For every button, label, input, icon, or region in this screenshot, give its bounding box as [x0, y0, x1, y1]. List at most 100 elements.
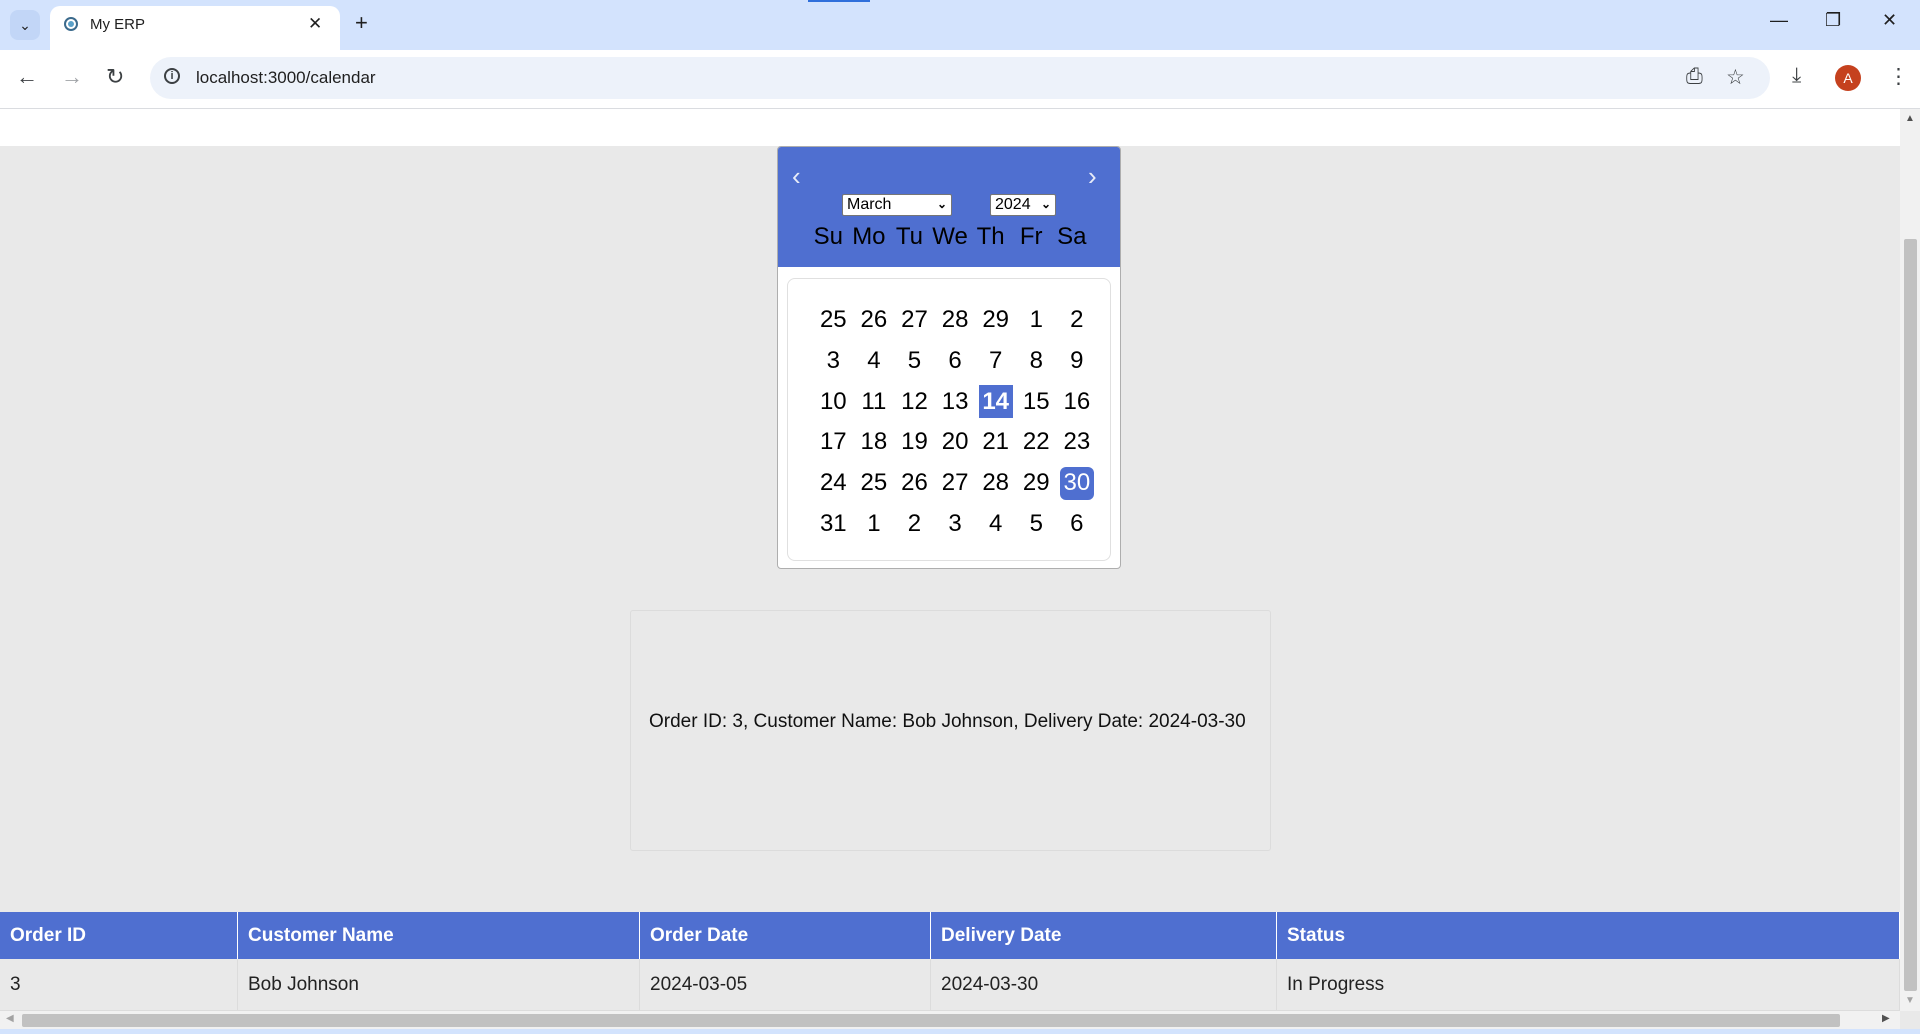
calendar-day[interactable]: 12: [894, 381, 935, 422]
column-header[interactable]: Status: [1276, 912, 1900, 959]
table-row[interactable]: 3 Bob Johnson 2024-03-05 2024-03-30 In Progr…: [0, 959, 1900, 1011]
calendar-day-number: 21: [982, 428, 1010, 456]
window-close-icon[interactable]: ✕: [1882, 10, 1897, 31]
minimize-icon[interactable]: —: [1770, 10, 1788, 31]
calendar-day[interactable]: 2: [894, 503, 935, 544]
previous-month-icon[interactable]: ‹: [792, 161, 801, 192]
bookmark-star-icon[interactable]: ☆: [1726, 65, 1745, 90]
menu-kebab-icon[interactable]: ⋮: [1888, 64, 1909, 89]
calendar-day[interactable]: 1: [854, 503, 895, 544]
calendar-day[interactable]: 10: [813, 381, 854, 422]
calendar-day[interactable]: 13: [935, 381, 976, 422]
calendar-day-number: 2: [907, 509, 922, 537]
back-arrow-icon[interactable]: ←: [16, 64, 38, 90]
calendar-day[interactable]: 31: [813, 503, 854, 544]
download-icon[interactable]: ⤓: [1792, 64, 1801, 88]
calendar-day[interactable]: 15: [1016, 381, 1057, 422]
column-header[interactable]: Order ID: [0, 912, 238, 959]
close-tab-icon[interactable]: ✕: [308, 14, 322, 34]
site-info-icon[interactable]: i: [164, 68, 180, 84]
tab-title: My ERP: [90, 16, 146, 33]
calendar-day[interactable]: 6: [1057, 503, 1098, 544]
calendar-day[interactable]: 14: [975, 381, 1016, 422]
scroll-left-icon[interactable]: ◀: [6, 1013, 14, 1024]
calendar-day[interactable]: 19: [894, 422, 935, 463]
calendar-header: ‹ › March ⌄ 2024 ⌄ Su Mo Tu We Th Fr Sa: [778, 147, 1120, 267]
orders-table: Order ID Customer Name Order Date Delivery …: [0, 912, 1900, 1011]
next-month-icon[interactable]: ›: [1088, 161, 1097, 192]
scroll-up-icon[interactable]: ▲: [1905, 113, 1915, 124]
window-bottom-edge: [0, 1029, 1920, 1034]
calendar-day-number: 16: [1063, 387, 1091, 415]
calendar-day[interactable]: 28: [975, 463, 1016, 504]
url-text[interactable]: localhost:3000/calendar: [196, 68, 376, 88]
calendar-day[interactable]: 3: [935, 503, 976, 544]
calendar-day-number: 22: [1022, 428, 1050, 456]
site-favicon-icon: [64, 17, 78, 31]
new-tab-button[interactable]: +: [355, 10, 368, 36]
calendar-day[interactable]: 27: [894, 300, 935, 341]
column-header[interactable]: Delivery Date: [930, 912, 1277, 959]
calendar-day[interactable]: 24: [813, 463, 854, 504]
calendar-day-number: 30: [1059, 466, 1094, 500]
browser-tab[interactable]: My ERP ✕: [50, 6, 340, 50]
month-select[interactable]: March ⌄: [842, 194, 952, 216]
calendar-day[interactable]: 6: [935, 341, 976, 382]
weekday-label: Th: [976, 223, 1005, 250]
order-details-text: Order ID: 3, Customer Name: Bob Johnson,…: [649, 711, 1246, 732]
calendar-day[interactable]: 5: [894, 341, 935, 382]
profile-avatar[interactable]: A: [1835, 65, 1861, 91]
calendar-day[interactable]: 25: [813, 300, 854, 341]
calendar-day-number: 28: [982, 469, 1010, 497]
vertical-scrollbar[interactable]: ▲ ▼: [1900, 109, 1920, 1011]
calendar-day[interactable]: 2: [1057, 300, 1098, 341]
calendar-day[interactable]: 26: [854, 300, 895, 341]
calendar-day[interactable]: 25: [854, 463, 895, 504]
calendar-day[interactable]: 29: [975, 300, 1016, 341]
weekday-label: Tu: [895, 223, 923, 250]
year-select[interactable]: 2024 ⌄: [990, 194, 1056, 216]
install-app-icon[interactable]: ⎙: [1686, 65, 1703, 89]
scroll-right-icon[interactable]: ▶: [1882, 1013, 1890, 1024]
calendar-day[interactable]: 8: [1016, 341, 1057, 382]
forward-arrow-icon[interactable]: →: [61, 64, 83, 90]
calendar-day[interactable]: 16: [1057, 381, 1098, 422]
calendar-day[interactable]: 23: [1057, 422, 1098, 463]
calendar-day[interactable]: 3: [813, 341, 854, 382]
calendar-day[interactable]: 4: [975, 503, 1016, 544]
vertical-scroll-thumb[interactable]: [1904, 239, 1917, 991]
calendar-day[interactable]: 7: [975, 341, 1016, 382]
calendar-day-number: 10: [819, 387, 847, 415]
calendar-day[interactable]: 29: [1016, 463, 1057, 504]
tab-search-button[interactable]: ⌄: [10, 10, 40, 40]
calendar-day[interactable]: 4: [854, 341, 895, 382]
calendar-day[interactable]: 9: [1057, 341, 1098, 382]
calendar-day[interactable]: 27: [935, 463, 976, 504]
column-header[interactable]: Customer Name: [237, 912, 640, 959]
calendar-day-number: 23: [1063, 428, 1091, 456]
restore-icon[interactable]: ❐: [1825, 10, 1841, 31]
calendar-day-number: 12: [901, 387, 928, 415]
calendar-day-number: 29: [982, 306, 1010, 334]
calendar-day[interactable]: 30: [1057, 463, 1098, 504]
calendar-day-number: 5: [907, 347, 922, 375]
calendar-day[interactable]: 20: [935, 422, 976, 463]
calendar-day[interactable]: 5: [1016, 503, 1057, 544]
calendar-day[interactable]: 26: [894, 463, 935, 504]
table-cell: Bob Johnson: [237, 959, 640, 1011]
calendar-day[interactable]: 28: [935, 300, 976, 341]
calendar-day-number: 3: [826, 347, 840, 375]
address-bar[interactable]: i localhost:3000/calendar ⎙ ☆: [150, 57, 1770, 99]
date-picker: ‹ › March ⌄ 2024 ⌄ Su Mo Tu We Th Fr Sa 25 26 27…: [777, 146, 1121, 569]
reload-icon[interactable]: ↻: [106, 64, 124, 90]
column-header[interactable]: Order Date: [639, 912, 931, 959]
calendar-day[interactable]: 17: [813, 422, 854, 463]
horizontal-scroll-thumb[interactable]: [22, 1014, 1840, 1027]
calendar-day[interactable]: 1: [1016, 300, 1057, 341]
calendar-day[interactable]: 11: [854, 381, 895, 422]
calendar-day[interactable]: 21: [975, 422, 1016, 463]
calendar-day[interactable]: 22: [1016, 422, 1057, 463]
calendar-day[interactable]: 18: [854, 422, 895, 463]
scroll-down-icon[interactable]: ▼: [1905, 995, 1915, 1006]
horizontal-scrollbar[interactable]: ◀ ▶: [0, 1011, 1900, 1029]
